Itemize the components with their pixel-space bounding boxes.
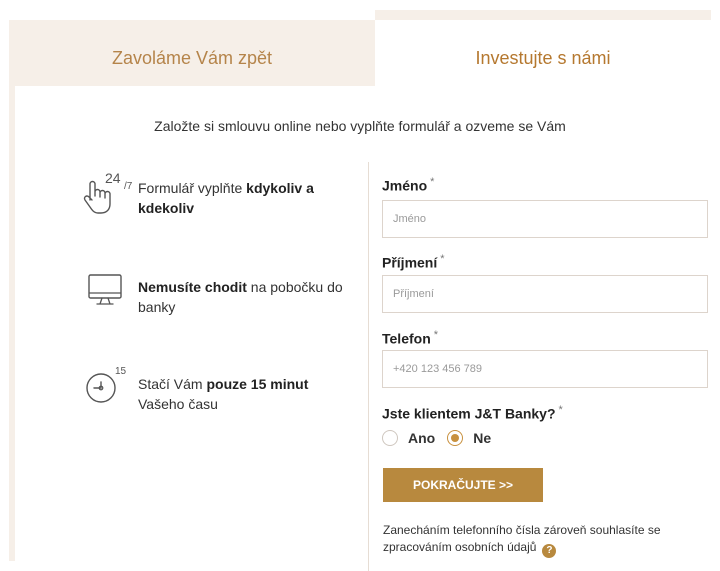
- contact-form: Jméno* Příjmení* Telefon* Jste klientem …: [382, 172, 708, 450]
- feature-no-branch-text: Nemusíte chodit na pobočku do banky: [138, 271, 348, 317]
- radio-no-label[interactable]: Ne: [473, 430, 491, 446]
- monitor-icon: [78, 271, 138, 319]
- client-question-text: Jste klientem J&T Banky?: [382, 405, 556, 422]
- feature-15-plain: Stačí Vám: [138, 376, 207, 392]
- feature-15-bold: pouze 15 minut: [206, 376, 309, 392]
- client-radio-group: Ano Ne: [382, 426, 708, 450]
- feature-anytime: 24 /7 Formulář vyplňte kdykoliv a kdekol…: [78, 170, 348, 220]
- top-strip: [375, 10, 711, 20]
- consent-text-content: Zanecháním telefonního čísla zároveň sou…: [383, 523, 661, 554]
- tab-callback-label: Zavoláme Vám zpět: [111, 47, 273, 68]
- feature-15-number: 15: [115, 366, 127, 377]
- feature-anytime-plain: Formulář vyplňte: [138, 180, 247, 196]
- consent-text: Zanecháním telefonního čísla zároveň sou…: [383, 522, 713, 558]
- phone-input[interactable]: [382, 350, 708, 388]
- phone-label-text: Telefon: [382, 330, 431, 347]
- required-mark: *: [558, 404, 563, 416]
- required-mark: *: [430, 176, 435, 188]
- tab-bar: Zavoláme Vám zpět Investujte s námi: [9, 20, 711, 96]
- radio-no[interactable]: [447, 430, 464, 446]
- feature-15-after: Vašeho času: [138, 396, 218, 412]
- surname-input[interactable]: [382, 275, 708, 313]
- required-mark: *: [440, 253, 445, 265]
- surname-label-text: Příjmení: [382, 254, 438, 271]
- tab-invest[interactable]: Investujte s námi: [375, 20, 711, 96]
- help-icon[interactable]: ?: [542, 544, 557, 558]
- tab-callback[interactable]: Zavoláme Vám zpět: [9, 20, 375, 96]
- radio-yes-label[interactable]: Ano: [408, 430, 435, 446]
- feature-15-minutes: 15 Stačí Vám pouze 15 minut Vašeho času: [78, 366, 348, 416]
- feature-anytime-text: Formulář vyplňte kdykoliv a kdekoliv: [138, 172, 348, 218]
- radio-yes[interactable]: [382, 430, 398, 446]
- tab-invest-label: Investujte s námi: [475, 47, 611, 68]
- name-input[interactable]: [382, 200, 708, 238]
- intro-text: Založte si smlouvu online nebo vyplňte f…: [154, 118, 566, 134]
- name-label-text: Jméno: [382, 177, 428, 194]
- name-label: Jméno *: [382, 172, 708, 194]
- hand-pointer-icon: 24 /7: [78, 170, 138, 220]
- feature-no-branch: Nemusíte chodit na pobočku do banky: [78, 271, 348, 319]
- feature-no-branch-bold: Nemusíte chodit: [138, 279, 247, 295]
- surname-label: Příjmení *: [382, 249, 708, 271]
- phone-label: Telefon *: [382, 325, 708, 347]
- feature-24-number: 24: [105, 170, 121, 186]
- client-question-label: Jste klientem J&T Banky? *: [382, 400, 708, 422]
- feature-15-text: Stačí Vám pouze 15 minut Vašeho času: [138, 368, 348, 414]
- required-mark: *: [433, 329, 439, 341]
- column-divider: [368, 162, 369, 571]
- feature-24-suffix: /7: [124, 181, 133, 192]
- continue-button[interactable]: POKRAČUJTE >>: [383, 468, 543, 502]
- clock-icon: 15: [78, 366, 138, 416]
